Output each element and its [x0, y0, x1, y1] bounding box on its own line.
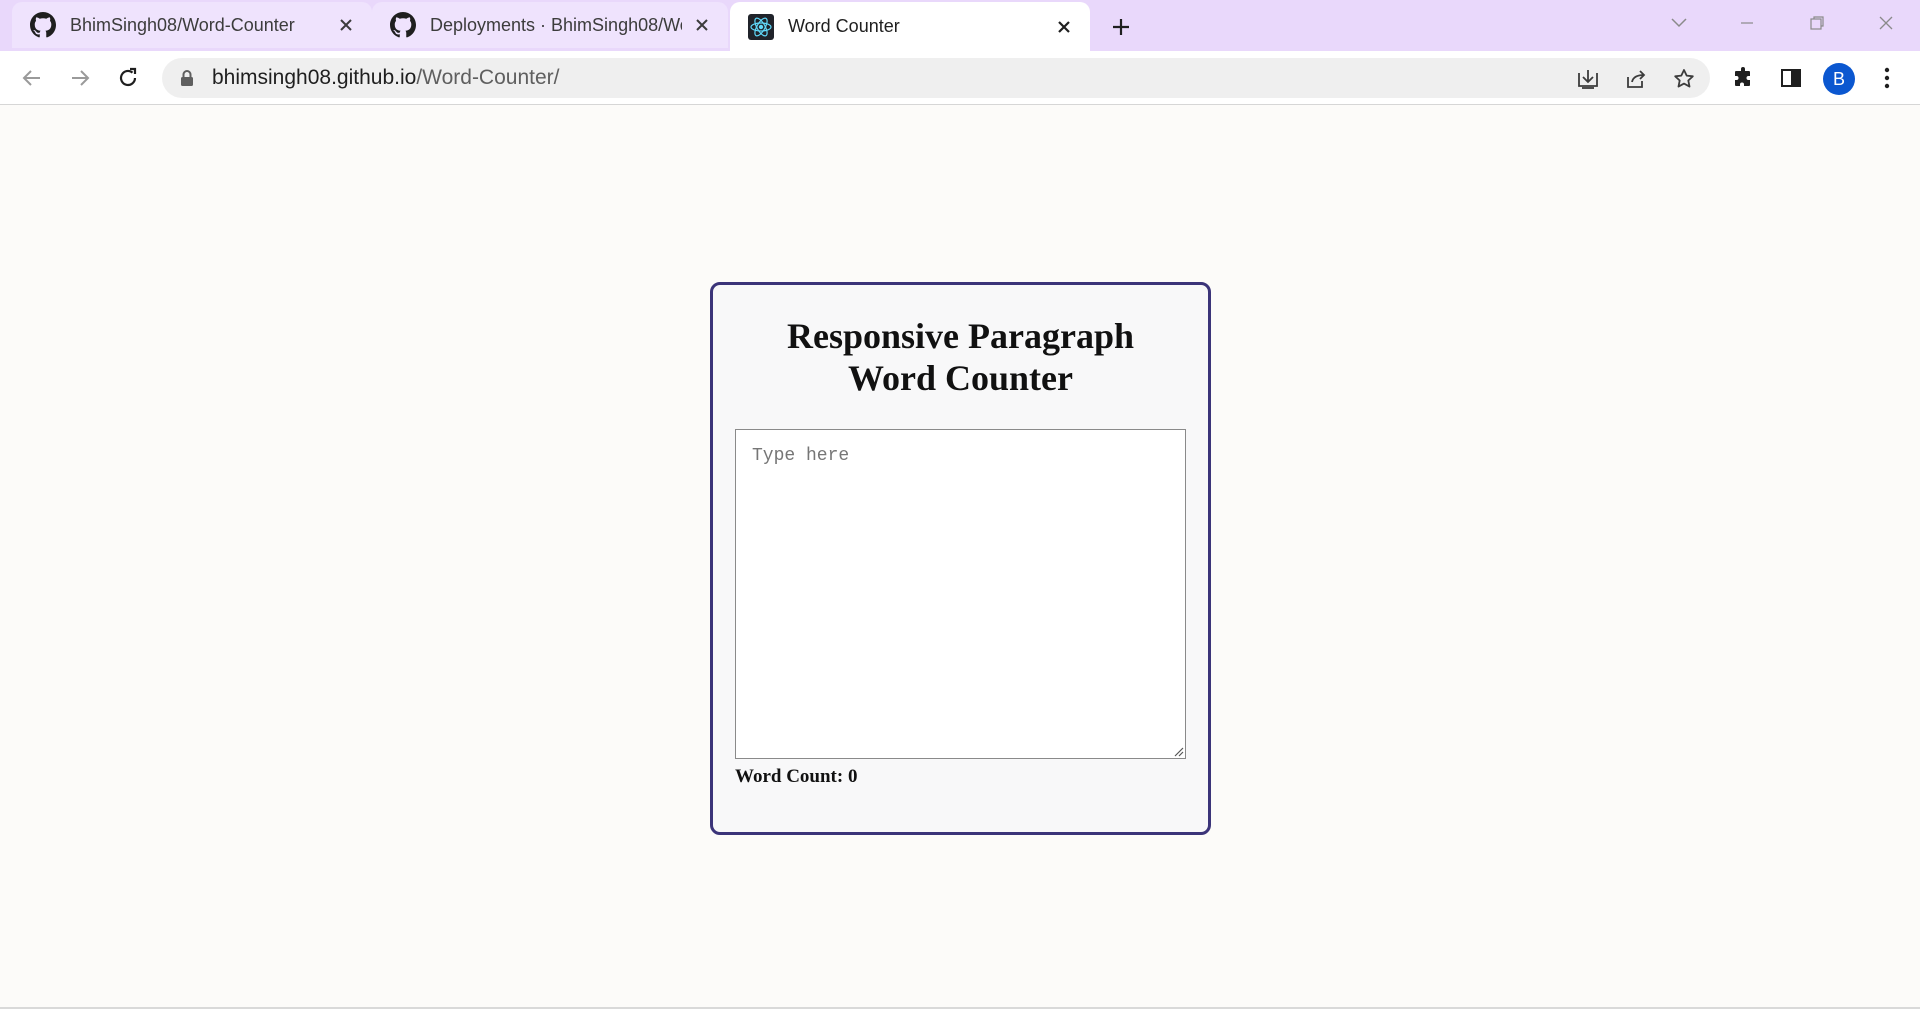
profile-avatar[interactable]: B [1823, 63, 1855, 95]
tab-search-icon[interactable] [1659, 8, 1699, 38]
tab-word-counter[interactable]: Word Counter [730, 2, 1090, 51]
address-bar[interactable]: bhimsingh08.github.io/Word-Counter/ [162, 58, 1710, 98]
page-title: Responsive Paragraph Word Counter [713, 315, 1208, 399]
close-tab-icon[interactable] [690, 13, 714, 37]
word-counter-card: Responsive Paragraph Word Counter Word C… [710, 282, 1211, 835]
close-tab-icon[interactable] [334, 13, 358, 37]
github-icon [30, 12, 56, 38]
tab-strip: BhimSingh08/Word-Counter Deployments · B… [0, 0, 1920, 51]
tab-title: Deployments · BhimSingh08/Wo [430, 14, 682, 35]
new-tab-button[interactable] [1106, 12, 1136, 42]
resize-handle-icon[interactable] [1172, 745, 1184, 757]
browser-toolbar: bhimsingh08.github.io/Word-Counter/ B [0, 51, 1920, 105]
word-count: Word Count: 0 [735, 766, 857, 788]
title-line-1: Responsive Paragraph [786, 316, 1134, 356]
window-close-icon[interactable] [1866, 8, 1906, 38]
lock-icon[interactable] [178, 69, 196, 87]
github-icon [390, 12, 416, 38]
paragraph-input[interactable] [735, 429, 1186, 759]
tab-deployments[interactable]: Deployments · BhimSingh08/Wo [372, 2, 728, 48]
install-app-icon[interactable] [1575, 66, 1601, 92]
react-icon [748, 13, 774, 40]
close-tab-icon[interactable] [1052, 15, 1076, 39]
forward-icon[interactable] [64, 62, 96, 94]
extensions-icon[interactable] [1727, 62, 1759, 94]
restore-icon[interactable] [1797, 8, 1837, 38]
tab-title: BhimSingh08/Word-Counter [70, 14, 295, 35]
side-panel-icon[interactable] [1775, 62, 1807, 94]
menu-kebab-icon[interactable] [1871, 62, 1903, 94]
tab-word-counter-repo[interactable]: BhimSingh08/Word-Counter [12, 2, 372, 48]
back-icon[interactable] [16, 62, 48, 94]
tab-title: Word Counter [788, 16, 900, 36]
url-domain: bhimsingh08.github.io [212, 66, 417, 89]
reload-icon[interactable] [112, 62, 144, 94]
url-text: bhimsingh08.github.io/Word-Counter/ [212, 58, 559, 98]
title-line-2: Word Counter [848, 358, 1073, 398]
word-count-value: 0 [847, 766, 858, 787]
bookmark-star-icon[interactable] [1671, 66, 1697, 92]
share-icon[interactable] [1623, 66, 1649, 92]
word-count-label: Word Count: [735, 766, 848, 787]
url-path: /Word-Counter/ [416, 66, 560, 89]
minimize-icon[interactable] [1727, 8, 1767, 38]
